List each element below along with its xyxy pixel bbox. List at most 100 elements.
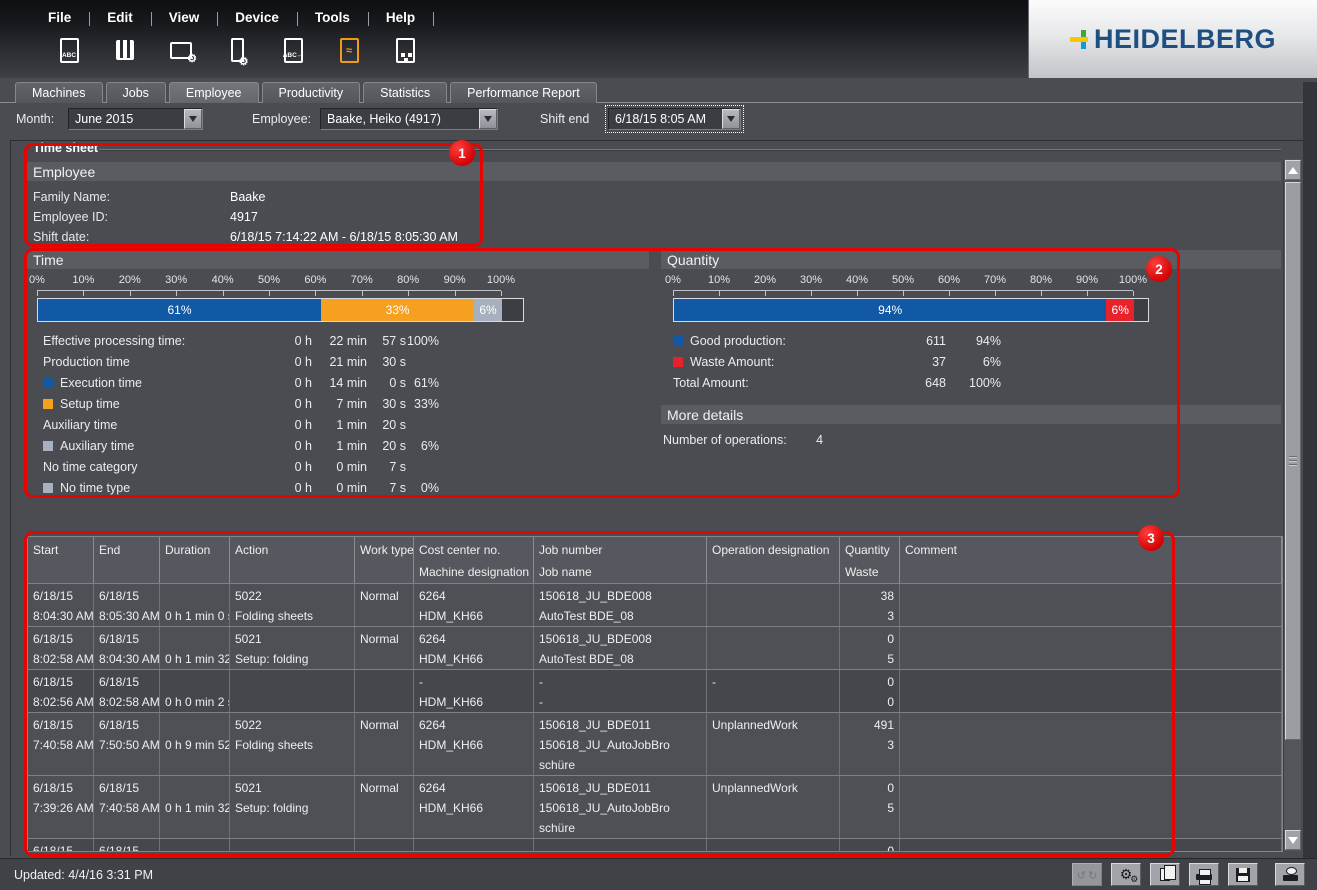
- duration-minutes: 14 min: [329, 376, 367, 390]
- cell-line: -: [419, 844, 423, 852]
- cell-line: [355, 606, 413, 626]
- menu-edit[interactable]: Edit: [107, 10, 151, 26]
- time-breakdown-row: Execution time 0 h 14 min 0 s 61%: [27, 373, 649, 394]
- quantity-breakdown: Good production: 611 94% Waste Amount: 3…: [661, 331, 1281, 394]
- cell-line: [900, 586, 1281, 606]
- table-row[interactable]: 6/18/15 8:02:56 AM 6/18/15 8:02:58 AM 0 h 0 …: [28, 670, 1282, 713]
- text-report-icon[interactable]: ABC: [52, 32, 86, 68]
- status-buttons: [1072, 863, 1305, 886]
- cell-line: [414, 755, 533, 775]
- cell-line: 6/18/15: [99, 632, 140, 646]
- dropdown-arrow-icon[interactable]: [479, 109, 497, 129]
- duration-hours: 0 h: [294, 397, 312, 411]
- cell-worktype: Normal: [355, 584, 414, 626]
- dropdown-arrow-icon[interactable]: [722, 109, 740, 129]
- month-select[interactable]: June 2015: [68, 108, 203, 130]
- scroll-down-button[interactable]: [1285, 830, 1301, 850]
- cell-line: [230, 692, 354, 712]
- bar-segment-label: 94%: [878, 303, 903, 317]
- column-header-label: End: [99, 543, 121, 557]
- scale-tick: [269, 291, 270, 296]
- cell-duration: 0 h 0 min 2 s: [160, 670, 230, 712]
- scale-tick-label: 60%: [937, 274, 961, 286]
- cell-operation: -: [707, 839, 840, 852]
- cell-line: 7:40:58 AM: [33, 738, 93, 752]
- dropdown-arrow-icon[interactable]: [184, 109, 202, 129]
- system-settings-icon[interactable]: ⚙: [164, 32, 198, 68]
- cell-line: [355, 798, 413, 818]
- cell-line: -: [539, 844, 543, 852]
- menu-help[interactable]: Help: [386, 10, 435, 26]
- shift-end-select[interactable]: 6/18/15 8:05 AM: [605, 105, 744, 133]
- table-row[interactable]: 6/18/15 8:02:58 AM 6/18/15 8:04:30 AM 0 h 1 …: [28, 627, 1282, 670]
- cell-comment: [900, 627, 1282, 669]
- tab-jobs[interactable]: Jobs: [105, 82, 166, 103]
- print-button[interactable]: [1189, 863, 1219, 886]
- scrollbar-thumb[interactable]: [1285, 182, 1301, 740]
- cell-line: Normal: [360, 589, 399, 603]
- menu-file[interactable]: File: [48, 10, 91, 26]
- cell-line: [900, 649, 1281, 669]
- cell-line: 6/18/15: [99, 844, 140, 852]
- save-button[interactable]: [1228, 863, 1258, 886]
- column-header-qty: Quantity Waste: [840, 537, 900, 583]
- flow-diagram-icon[interactable]: [388, 32, 422, 68]
- table-row[interactable]: 6/18/15 8:04:30 AM 6/18/15 8:05:30 AM 0 h 1 …: [28, 584, 1282, 627]
- field-value: Baake: [230, 190, 266, 204]
- scale-tick-label: 70%: [983, 274, 1007, 286]
- cell-line: [900, 755, 1281, 775]
- cell-line: schüre: [539, 758, 576, 772]
- tab-performance-report[interactable]: Performance Report: [450, 82, 597, 103]
- cell-job: 150618_JU_BDE011 150618_JU_AutoJobBro schü…: [534, 776, 707, 838]
- column-header-duration: Duration: [160, 537, 230, 583]
- employee-select[interactable]: Baake, Heiko (4917): [320, 108, 498, 130]
- shift-end-label: Shift end: [540, 112, 590, 126]
- performance-report-icon[interactable]: ≈: [332, 32, 366, 68]
- table-row[interactable]: 6/18/157:39:25 AM6/18/157:39:26 AM0 h 0 …: [28, 839, 1282, 852]
- quantity-section-header: Quantity: [661, 250, 1281, 269]
- cell-line: 3: [887, 738, 894, 752]
- text-import-icon[interactable]: ABC←: [276, 32, 310, 68]
- cell-comment: [900, 776, 1282, 838]
- scale-tick-label: 20%: [118, 274, 141, 286]
- cell-line: [160, 586, 229, 606]
- cell-cost: 6264 HDM_KH66: [414, 713, 534, 775]
- menu-view[interactable]: View: [169, 10, 218, 26]
- cell-qty: 491 3: [840, 713, 900, 775]
- time-row-label: Effective processing time:: [43, 334, 186, 348]
- tab-productivity[interactable]: Productivity: [261, 82, 361, 103]
- column-header-label: Quantity: [845, 543, 890, 557]
- scroll-up-button[interactable]: [1285, 160, 1301, 180]
- refresh-button: [1072, 863, 1102, 886]
- cell-line: [840, 755, 899, 775]
- cell-line: 3: [887, 609, 894, 623]
- settings-button[interactable]: [1111, 863, 1141, 886]
- tab-employee[interactable]: Employee: [168, 82, 259, 103]
- device-settings-icon[interactable]: ⚙: [220, 32, 254, 68]
- cell-line: 6264: [419, 589, 446, 603]
- cell-line: -: [712, 844, 716, 852]
- bar-chart-icon[interactable]: [108, 32, 142, 68]
- duration-seconds: 7 s: [389, 460, 406, 474]
- print-preview-button[interactable]: [1275, 863, 1305, 886]
- cell-operation: UnplannedWork: [707, 776, 840, 838]
- copy-button[interactable]: [1150, 863, 1180, 886]
- table-row[interactable]: 6/18/15 7:40:58 AM 6/18/15 7:50:50 AM 0 h 9 …: [28, 713, 1282, 776]
- scale-tick-label: 70%: [350, 274, 373, 286]
- cell-line: 0 h 1 min 0 s: [165, 609, 229, 623]
- menu-tools[interactable]: Tools: [315, 10, 369, 26]
- cell-line: 5: [887, 652, 894, 666]
- menu-device[interactable]: Device: [235, 10, 298, 26]
- duration-minutes: 21 min: [329, 355, 367, 369]
- vertical-scrollbar[interactable]: [1283, 159, 1301, 851]
- tab-machines[interactable]: Machines: [15, 82, 103, 103]
- cell-line: 8:04:30 AM: [99, 652, 159, 666]
- cell-line: [707, 692, 839, 712]
- cell-line: [900, 715, 1281, 735]
- time-breakdown-row: No time type 0 h0 min 7 s 0%: [27, 478, 649, 499]
- cell-line: 8:04:30 AM: [33, 609, 93, 623]
- cell-operation: -: [707, 670, 840, 712]
- tab-statistics[interactable]: Statistics: [363, 82, 448, 103]
- cell-line: 8:02:56 AM: [33, 695, 93, 709]
- table-row[interactable]: 6/18/15 7:39:26 AM 6/18/15 7:40:58 AM 0 h 1 …: [28, 776, 1282, 839]
